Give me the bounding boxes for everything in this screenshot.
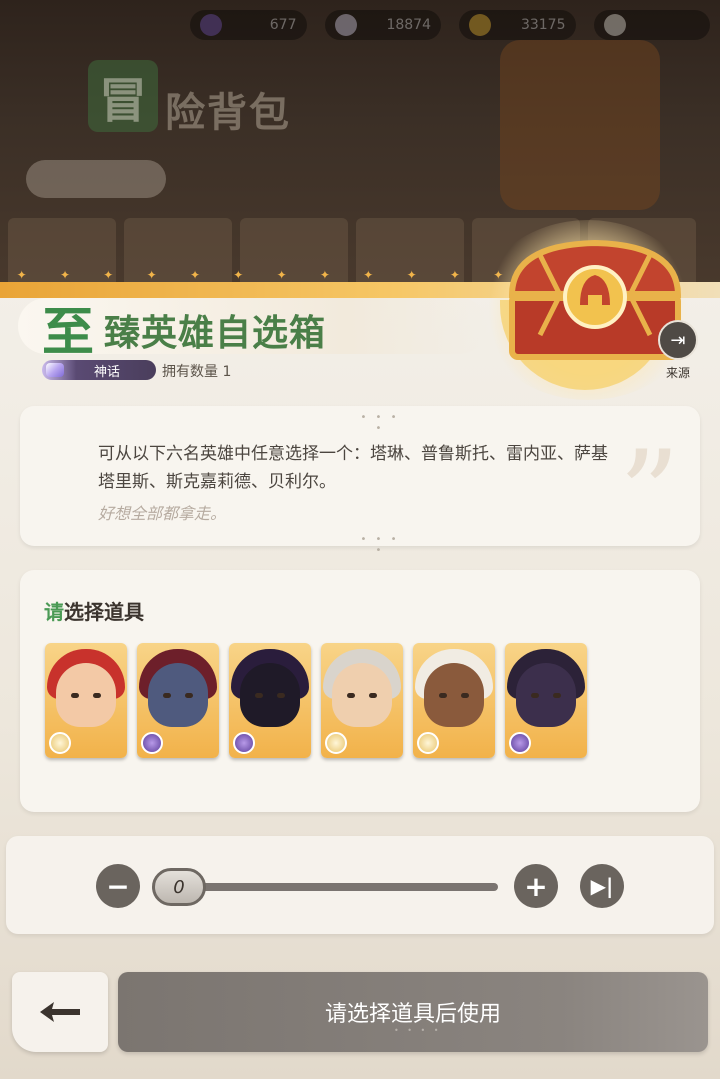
rarity-gem-icon (46, 363, 64, 377)
rarity-label: 神话 (94, 364, 121, 380)
source-button[interactable]: ⇥ (658, 320, 698, 360)
currency-value: 18874 (386, 17, 431, 33)
item-title-first-char: 至 (42, 302, 95, 363)
bag-decoration-art (500, 40, 660, 210)
bag-filter-pill (26, 160, 166, 198)
faction-light-icon (49, 732, 71, 754)
max-button[interactable]: ▶| (580, 864, 624, 908)
skip-to-max-icon: ▶| (590, 874, 614, 898)
faction-light-icon (417, 732, 439, 754)
currency-item (593, 10, 710, 40)
hero-eyes (163, 693, 193, 699)
hero-option-card[interactable] (413, 643, 495, 758)
hero-eyes (531, 693, 561, 699)
minus-icon: − (106, 869, 130, 903)
bag-title: 险背包 (165, 89, 291, 136)
hero-option-card[interactable] (229, 643, 311, 758)
selection-title-accent: 请 (44, 600, 64, 624)
use-button-label: 请选择道具后使用 (324, 1002, 501, 1027)
bag-title-badge: 冒 (88, 60, 158, 132)
currency-value: 677 (269, 17, 297, 33)
item-title: 臻英雄自选箱 (104, 312, 327, 354)
quantity-value: 0 (173, 876, 185, 898)
currency-item: 18874 (324, 10, 441, 40)
card-dots: • • • • (360, 534, 400, 556)
dust-icon (603, 14, 626, 36)
button-dots: • • • • (394, 1026, 442, 1035)
quantity-slider-track[interactable] (176, 883, 498, 891)
diamond-icon (334, 14, 357, 36)
hero-eyes (347, 693, 377, 699)
currency-bar: 677 18874 33175 (190, 10, 710, 42)
hero-option-card[interactable] (321, 643, 403, 758)
hero-eyes (71, 693, 101, 699)
hero-option-card[interactable] (505, 643, 587, 758)
currency-value: 33175 (520, 17, 566, 33)
hero-list (45, 643, 587, 758)
currency-item: 33175 (459, 10, 576, 40)
faction-dark-icon (141, 732, 163, 754)
decrease-button[interactable]: − (96, 864, 140, 908)
hero-eyes (255, 693, 285, 699)
hero-option-card[interactable] (137, 643, 219, 758)
source-label: 来源 (665, 366, 690, 380)
currency-item: 677 (190, 10, 307, 40)
use-button[interactable]: 请选择道具后使用 (118, 972, 708, 1052)
plus-icon: + (524, 869, 548, 903)
gold-coin-icon (469, 14, 491, 36)
item-description: 可从以下六名英雄中任意选择一个：塔琳、普鲁斯托、雷内亚、萨基塔里斯、斯克嘉莉德、… (98, 444, 608, 492)
back-arrow-icon (40, 1002, 80, 1022)
back-button[interactable] (12, 972, 108, 1052)
faction-dark-icon (233, 732, 255, 754)
selection-title-text: 选择道具 (64, 600, 144, 624)
owned-count: 拥有数量 1 (162, 364, 232, 380)
hero-eyes (439, 693, 469, 699)
faction-dark-icon (509, 732, 531, 754)
selection-title: 请选择道具 (44, 596, 144, 625)
hero-option-card[interactable] (45, 643, 127, 758)
stamina-icon (200, 14, 222, 36)
sparkle-decoration: ✦✦✦✦✦✦✦✦✦✦✦✦ (16, 268, 504, 282)
source-icon: ⇥ (670, 329, 686, 351)
rarity-badge: 神话 (42, 360, 156, 380)
faction-light-icon (325, 732, 347, 754)
quantity-slider-handle[interactable]: 0 (152, 868, 206, 906)
quote-decoration: ” (618, 426, 680, 565)
card-dots: • • • • (360, 412, 400, 434)
item-flavor-text: 好想全部都拿走。 (98, 504, 227, 523)
increase-button[interactable]: + (514, 864, 558, 908)
